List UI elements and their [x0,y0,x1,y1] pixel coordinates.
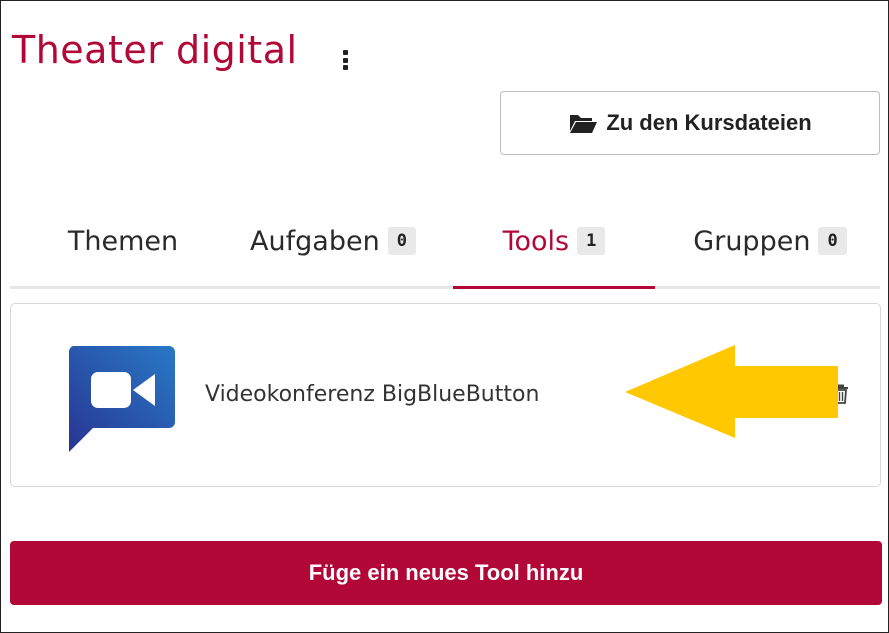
tab-gruppen[interactable]: Gruppen 0 [670,196,870,286]
count-badge: 0 [387,227,416,255]
page-title: Theater digital [12,28,298,72]
tab-label: Aufgaben [250,225,380,257]
video-camera-chat-icon [68,346,175,452]
tool-name[interactable]: Videokonferenz BigBlueButton [205,380,539,410]
count-badge: 1 [577,227,606,255]
tab-tools[interactable]: Tools 1 [453,196,655,289]
tab-label: Gruppen [693,225,811,257]
course-files-button[interactable]: Zu den Kursdateien [500,91,880,155]
arrow-left-icon [625,345,838,438]
tab-label: Themen [67,225,179,257]
kebab-menu-icon[interactable] [342,50,348,70]
tab-bar: Themen Aufgaben 0 Tools 1 Gruppen 0 [10,196,880,289]
tab-aufgaben[interactable]: Aufgaben 0 [228,196,438,286]
folder-open-icon [570,115,598,133]
tab-label: Tools [502,225,570,257]
add-tool-button[interactable]: Füge ein neues Tool hinzu [10,541,882,605]
count-badge: 0 [818,227,847,255]
course-files-label: Zu den Kursdateien [606,110,812,135]
tab-themen[interactable]: Themen [30,196,216,286]
